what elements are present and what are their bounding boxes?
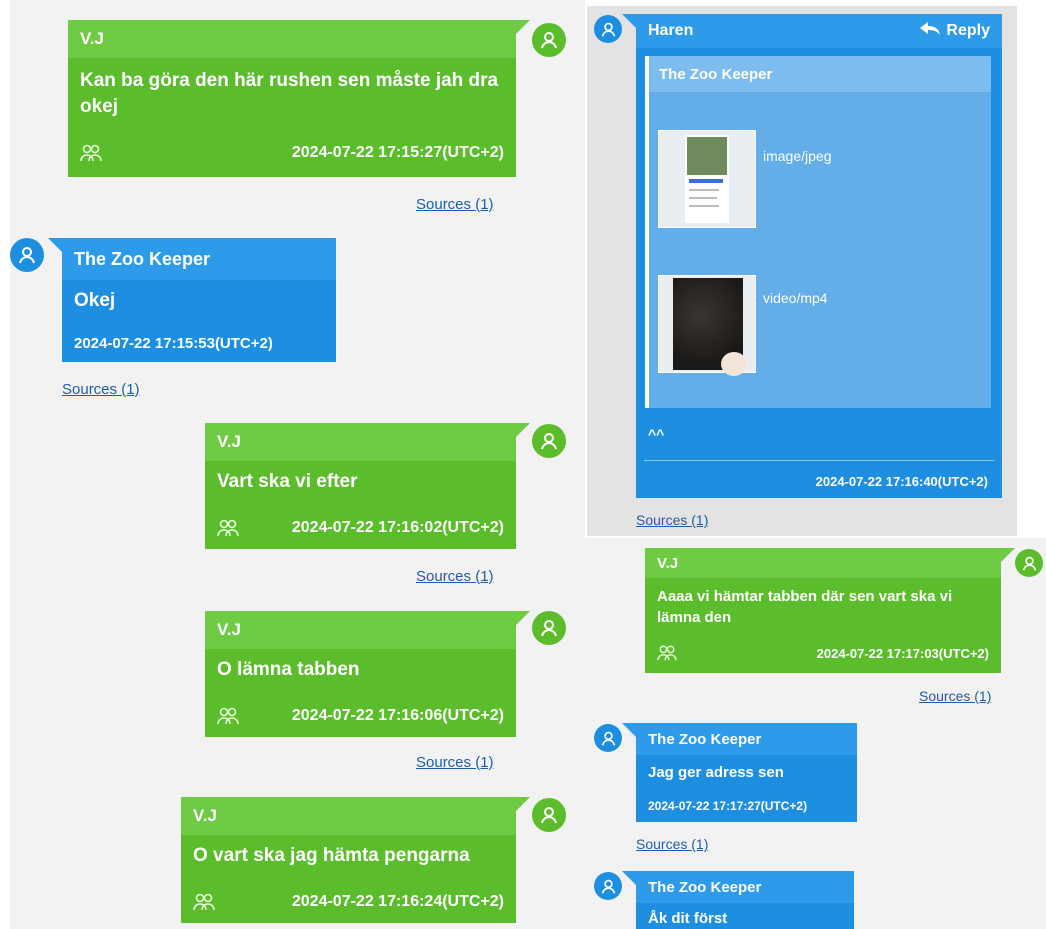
video-preview — [673, 278, 747, 376]
message-bubble-outgoing[interactable]: V.J Aaaa vi hämtar tabben där sen vart s… — [645, 548, 1001, 673]
timestamp: 2024-07-22 17:17:27(UTC+2) — [648, 799, 808, 813]
reply-button[interactable]: Reply — [920, 21, 990, 41]
reply-arrow-icon — [920, 21, 941, 41]
bubble-tail — [622, 14, 636, 28]
reply-label: Reply — [946, 22, 990, 39]
message-text: Jag ger adress sen — [648, 764, 784, 781]
sender-name: The Zoo Keeper — [648, 878, 762, 896]
attachment-type: image/jpeg — [763, 148, 832, 164]
group-icon — [193, 892, 215, 912]
message-text: Kan ba göra den här rushen sen måste jah… — [80, 70, 499, 117]
group-icon — [80, 143, 102, 163]
message-bubble-outgoing[interactable]: V.J Vart ska vi efter 2024-07-22 17:16:0… — [205, 423, 516, 549]
sender-name: V.J — [193, 806, 217, 825]
sources-link[interactable]: Sources (1) — [416, 196, 494, 213]
user-avatar-icon — [594, 724, 622, 752]
sender-name: V.J — [657, 554, 679, 572]
sources-link[interactable]: Sources (1) — [919, 688, 991, 704]
timestamp: 2024-07-22 17:16:06(UTC+2) — [291, 707, 504, 724]
bubble-tail — [516, 797, 530, 811]
timestamp: 2024-07-22 17:16:02(UTC+2) — [291, 519, 504, 536]
bubble-tail — [48, 238, 62, 252]
bubble-tail — [622, 723, 636, 737]
sources-link[interactable]: Sources (1) — [62, 381, 140, 398]
sources-link[interactable]: Sources (1) — [636, 512, 708, 528]
message-bubble-incoming[interactable]: The Zoo Keeper Jag ger adress sen 2024-0… — [636, 723, 857, 822]
timestamp: 2024-07-22 17:16:40(UTC+2) — [815, 474, 988, 489]
user-avatar-icon — [532, 798, 566, 832]
message-text: O lämna tabben — [217, 659, 360, 680]
sender-name: The Zoo Keeper — [648, 730, 762, 748]
bubble-tail — [1001, 548, 1015, 562]
timestamp: 2024-07-22 17:16:24(UTC+2) — [291, 893, 504, 910]
message-bubble-outgoing[interactable]: V.J O vart ska jag hämta pengarna 2024-0… — [181, 797, 516, 923]
quoted-sender-name: The Zoo Keeper — [659, 65, 773, 83]
message-bubble-incoming[interactable]: The Zoo Keeper Åk dit först — [636, 871, 854, 929]
message-text: Okej — [74, 290, 116, 311]
image-thumbnail[interactable] — [658, 130, 756, 228]
timestamp: 2024-07-22 17:15:53(UTC+2) — [74, 334, 273, 352]
user-avatar-icon — [10, 238, 44, 272]
reply-text: ^^ — [648, 426, 665, 442]
group-icon — [217, 518, 239, 538]
bubble-tail — [516, 611, 530, 625]
message-text: O vart ska jag hämta pengarna — [193, 845, 470, 866]
sender-name: V.J — [217, 432, 241, 451]
user-avatar-icon — [532, 424, 566, 458]
message-text: Aaaa vi hämtar tabben där sen vart ska v… — [657, 588, 953, 626]
bubble-tail — [516, 423, 530, 437]
sender-name: V.J — [217, 620, 241, 639]
sender-name: V.J — [80, 29, 104, 48]
sources-link[interactable]: Sources (1) — [416, 754, 494, 771]
divider — [644, 460, 994, 461]
timestamp: 2024-07-22 17:17:03(UTC+2) — [816, 645, 989, 661]
message-text: Vart ska vi efter — [217, 471, 358, 492]
timestamp: 2024-07-22 17:15:27(UTC+2) — [291, 144, 504, 161]
user-avatar-icon — [532, 23, 566, 57]
sender-name: Haren — [648, 22, 694, 39]
bubble-tail — [622, 871, 636, 885]
user-avatar-icon — [532, 611, 566, 645]
sources-link[interactable]: Sources (1) — [416, 568, 494, 585]
screenshot-map-preview — [685, 135, 729, 223]
bubble-tail — [516, 20, 530, 34]
message-bubble-outgoing[interactable]: V.J O lämna tabben 2024-07-22 17:16:06(U… — [205, 611, 516, 737]
message-bubble-incoming[interactable]: The Zoo Keeper Okej 2024-07-22 17:15:53(… — [62, 238, 336, 362]
group-icon — [657, 644, 677, 662]
user-avatar-icon — [1015, 549, 1043, 577]
sender-name: The Zoo Keeper — [74, 248, 211, 269]
user-avatar-icon — [594, 872, 622, 900]
group-icon — [217, 706, 239, 726]
message-text: Åk dit först — [648, 910, 728, 927]
attachment-type: video/mp4 — [763, 290, 828, 306]
user-avatar-icon — [594, 15, 622, 43]
message-bubble-outgoing[interactable]: V.J Kan ba göra den här rushen sen måste… — [68, 20, 516, 177]
video-thumbnail[interactable] — [658, 275, 756, 376]
sources-link[interactable]: Sources (1) — [636, 836, 708, 852]
